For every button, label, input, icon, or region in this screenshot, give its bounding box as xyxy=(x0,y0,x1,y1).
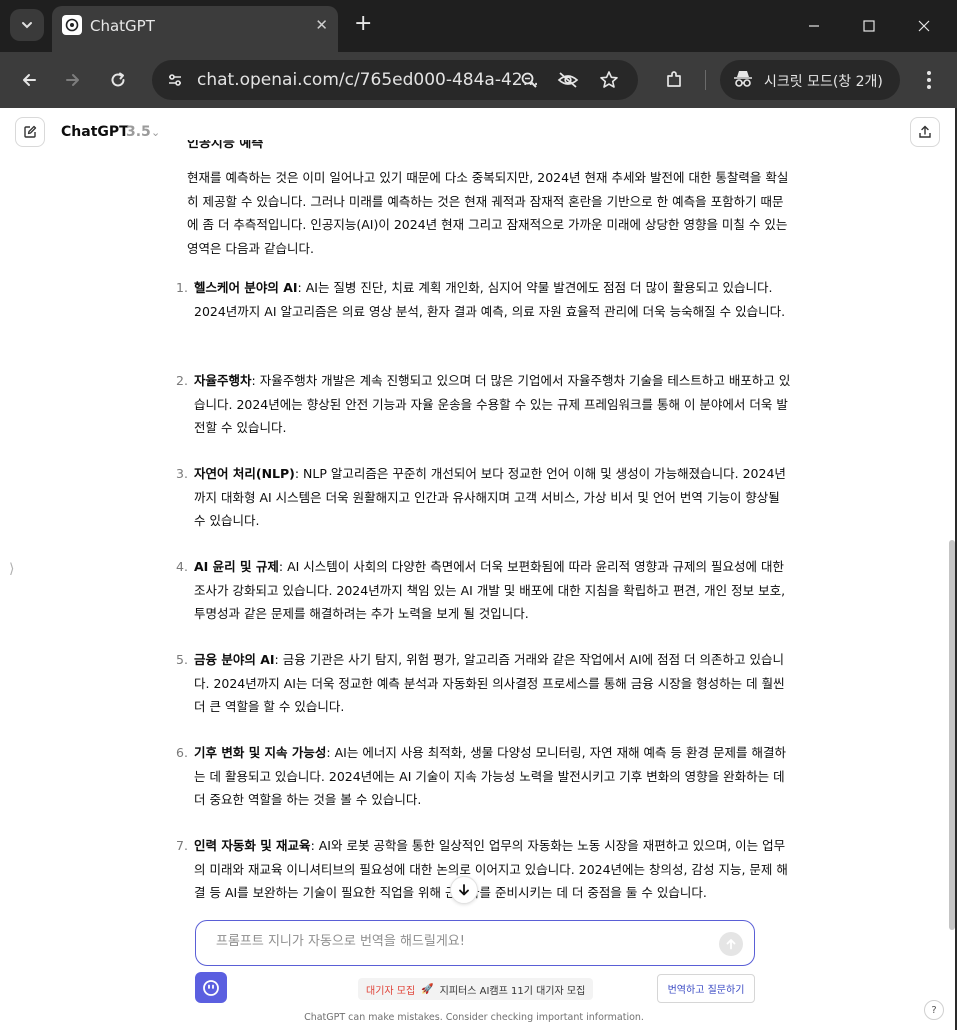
prompt-genie-button[interactable] xyxy=(195,972,227,1003)
list-item-title: 기후 변화 및 지속 가능성 xyxy=(194,745,327,760)
url-text: chat.openai.com/c/765ed000-484a-42... xyxy=(197,70,539,90)
site-settings-icon[interactable] xyxy=(162,67,188,93)
sidebar-toggle-icon[interactable]: ⟩ xyxy=(9,561,14,577)
scroll-to-bottom-button[interactable] xyxy=(450,876,478,904)
prompt-genie-icon xyxy=(203,979,219,996)
tab-search-button[interactable] xyxy=(10,9,44,41)
partially-scrolled-heading: 인공지능 예측 xyxy=(187,140,264,151)
extensions-puzzle-icon[interactable] xyxy=(660,66,688,94)
forward-arrow-icon[interactable] xyxy=(59,66,87,94)
browser-tabstrip: ChatGPT ✕ + xyxy=(0,0,957,52)
list-item-title: 인력 자동화 및 재교육 xyxy=(194,838,311,853)
zoom-icon[interactable] xyxy=(518,69,540,91)
reload-icon[interactable] xyxy=(104,66,132,94)
promo-banner[interactable]: 대기자 모집 🚀 지피터스 AI캠프 11기 대기자 모집 xyxy=(358,978,594,1000)
toolbar-divider xyxy=(705,70,706,90)
help-button[interactable]: ? xyxy=(924,1000,944,1020)
browser-toolbar: chat.openai.com/c/765ed000-484a-42... 시크… xyxy=(0,52,957,108)
window-maximize-button[interactable] xyxy=(855,12,883,40)
browser-tab-active[interactable]: ChatGPT ✕ xyxy=(52,6,338,52)
list-item-body: : 금융 기관은 사기 탐지, 위험 평가, 알고리즘 거래와 같은 작업에서 … xyxy=(194,652,785,714)
arrow-up-icon xyxy=(726,939,736,950)
list-item-title: 자연어 처리(NLP) xyxy=(194,466,295,481)
new-tab-plus-icon[interactable]: + xyxy=(354,12,372,36)
prompt-composer xyxy=(195,920,755,966)
send-button[interactable] xyxy=(719,932,743,956)
model-version[interactable]: 3.5 xyxy=(126,124,151,140)
edit-pencil-icon xyxy=(24,125,37,138)
prompt-input[interactable] xyxy=(216,934,696,949)
chatgpt-logo-icon xyxy=(62,15,82,35)
list-item-body: : 자율주행차 개발은 계속 진행되고 있으며 더 많은 기업에서 자율주행차 … xyxy=(194,373,791,435)
bookmark-star-icon[interactable] xyxy=(598,69,620,91)
list-item-title: AI 윤리 및 규제 xyxy=(194,559,279,574)
window-minimize-button[interactable] xyxy=(800,12,828,40)
tab-close-icon[interactable]: ✕ xyxy=(315,16,328,34)
list-item-title: 금융 분야의 AI xyxy=(194,652,275,667)
disclaimer-text: ChatGPT can make mistakes. Consider chec… xyxy=(304,1012,644,1023)
model-chevron-down-icon[interactable]: ⌄ xyxy=(151,126,160,139)
share-upload-icon xyxy=(919,125,931,138)
promo-text: 지피터스 AI캠프 11기 대기자 모집 xyxy=(439,985,586,997)
incognito-icon xyxy=(732,69,754,93)
answer-intro-paragraph: 현재를 예측하는 것은 이미 일어나고 있기 때문에 다소 중복되지만, 202… xyxy=(187,170,789,256)
translate-and-ask-button[interactable]: 번역하고 질문하기 xyxy=(657,974,755,1003)
list-item-title: 헬스케어 분야의 AI xyxy=(194,280,298,295)
browser-menu-kebab-icon[interactable] xyxy=(915,66,943,94)
model-selector-name[interactable]: ChatGPT xyxy=(61,124,129,140)
rocket-icon: 🚀 xyxy=(421,983,434,995)
list-item-body: : AI 시스템이 사회의 다양한 측면에서 더욱 보편화됨에 따라 윤리적 영… xyxy=(194,559,786,621)
incognito-label: 시크릿 모드(창 2개) xyxy=(764,74,883,90)
incognito-indicator[interactable]: 시크릿 모드(창 2개) xyxy=(720,60,900,100)
tab-title: ChatGPT xyxy=(90,17,155,35)
window-close-button[interactable] xyxy=(910,12,938,40)
promo-tag: 대기자 모집 xyxy=(366,985,416,997)
arrow-down-icon xyxy=(459,884,469,896)
chevron-down-icon xyxy=(22,22,32,29)
list-item-title: 자율주행차 xyxy=(194,373,252,388)
address-bar[interactable]: chat.openai.com/c/765ed000-484a-42... xyxy=(152,60,638,100)
back-arrow-icon[interactable] xyxy=(15,66,43,94)
eye-off-icon[interactable] xyxy=(557,69,579,91)
chat-message-area: 인공지능 예측 현재를 예측하는 것은 이미 일어나고 있기 때문에 다소 중복… xyxy=(0,140,948,922)
